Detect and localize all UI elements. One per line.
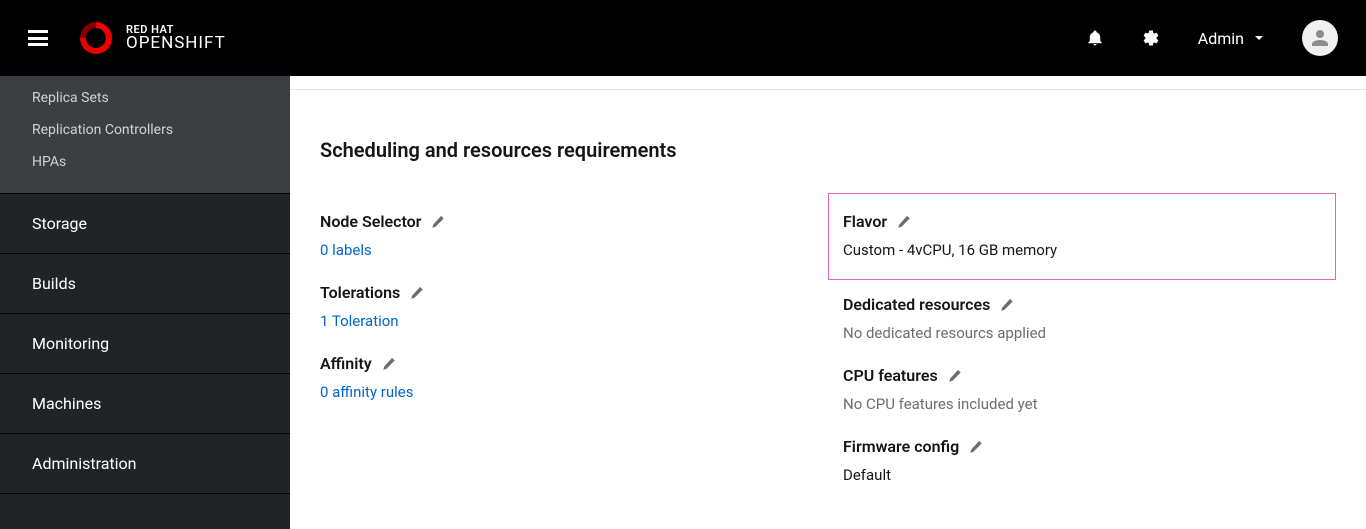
detail-label-row: CPU features: [843, 366, 1336, 385]
header-right: Admin: [1086, 20, 1338, 56]
detail-value: No CPU features included yet: [843, 395, 1336, 413]
sidebar-subgroup: Replica Sets Replication Controllers HPA…: [0, 76, 290, 193]
detail-value-link[interactable]: 1 Toleration: [320, 312, 813, 330]
pencil-icon[interactable]: [897, 215, 911, 229]
detail-tolerations: Tolerations 1 Toleration: [320, 283, 813, 330]
brand-text: RED HAT OPENSHIFT: [126, 24, 226, 52]
bell-icon: [1086, 29, 1104, 47]
sidebar: Replica Sets Replication Controllers HPA…: [0, 76, 290, 529]
avatar-icon: [1308, 26, 1332, 50]
brand-text-bottom: OPENSHIFT: [126, 35, 226, 52]
detail-value-link[interactable]: 0 affinity rules: [320, 383, 813, 401]
detail-label-row: Flavor: [843, 212, 1321, 231]
details-right-column: Flavor Custom - 4vCPU, 16 GB memory Dedi…: [843, 212, 1336, 508]
detail-label: Node Selector: [320, 212, 421, 231]
detail-label-row: Tolerations: [320, 283, 813, 302]
user-label: Admin: [1198, 29, 1244, 48]
user-avatar[interactable]: [1302, 20, 1338, 56]
user-menu-button[interactable]: Admin: [1198, 29, 1264, 48]
detail-node-selector: Node Selector 0 labels: [320, 212, 813, 259]
section-title: Scheduling and resources requirements: [320, 138, 1336, 162]
flavor-highlight-box: Flavor Custom - 4vCPU, 16 GB memory: [828, 193, 1336, 280]
body-container: Replica Sets Replication Controllers HPA…: [0, 76, 1366, 529]
openshift-icon: [76, 18, 116, 58]
detail-label: Flavor: [843, 212, 887, 231]
detail-cpu-features: CPU features No CPU features included ye…: [843, 366, 1336, 413]
pencil-icon[interactable]: [948, 369, 962, 383]
pencil-icon[interactable]: [1000, 298, 1014, 312]
sidebar-item-hpas[interactable]: HPAs: [0, 146, 290, 178]
detail-label-row: Affinity: [320, 354, 813, 373]
detail-label-row: Node Selector: [320, 212, 813, 231]
detail-value: Default: [843, 466, 1336, 484]
pencil-icon[interactable]: [431, 215, 445, 229]
detail-label: Affinity: [320, 354, 372, 373]
sidebar-item-builds[interactable]: Builds: [0, 253, 290, 313]
settings-button[interactable]: [1142, 29, 1160, 47]
sidebar-item-storage[interactable]: Storage: [0, 193, 290, 253]
sidebar-item-monitoring[interactable]: Monitoring: [0, 313, 290, 373]
header-left: RED HAT OPENSHIFT: [28, 18, 226, 58]
pencil-icon[interactable]: [969, 440, 983, 454]
detail-value: Custom - 4vCPU, 16 GB memory: [843, 241, 1321, 259]
sidebar-item-administration[interactable]: Administration: [0, 433, 290, 494]
detail-value: No dedicated resourcs applied: [843, 324, 1336, 342]
detail-value-link[interactable]: 0 labels: [320, 241, 813, 259]
brand-logo[interactable]: RED HAT OPENSHIFT: [76, 18, 226, 58]
caret-down-icon: [1254, 33, 1264, 43]
top-header: RED HAT OPENSHIFT Admin: [0, 0, 1366, 76]
top-divider: [290, 76, 1366, 90]
detail-label-row: Firmware config: [843, 437, 1336, 456]
pencil-icon[interactable]: [382, 357, 396, 371]
detail-firmware-config: Firmware config Default: [843, 437, 1336, 484]
detail-dedicated-resources: Dedicated resources No dedicated resourc…: [843, 295, 1336, 342]
content-area: Scheduling and resources requirements No…: [290, 90, 1366, 529]
detail-affinity: Affinity 0 affinity rules: [320, 354, 813, 401]
detail-label: Tolerations: [320, 283, 400, 302]
gear-icon: [1142, 29, 1160, 47]
detail-label: CPU features: [843, 366, 938, 385]
detail-label: Firmware config: [843, 437, 959, 456]
pencil-icon[interactable]: [410, 286, 424, 300]
sidebar-item-machines[interactable]: Machines: [0, 373, 290, 433]
detail-label: Dedicated resources: [843, 295, 990, 314]
details-grid: Node Selector 0 labels Tolerations 1 Tol…: [320, 212, 1336, 508]
notifications-button[interactable]: [1086, 29, 1104, 47]
detail-flavor: Flavor Custom - 4vCPU, 16 GB memory: [843, 212, 1321, 259]
main-content: Scheduling and resources requirements No…: [290, 76, 1366, 529]
sidebar-item-replica-sets[interactable]: Replica Sets: [0, 82, 290, 114]
detail-label-row: Dedicated resources: [843, 295, 1336, 314]
hamburger-menu-button[interactable]: [28, 30, 48, 46]
sidebar-item-replication-controllers[interactable]: Replication Controllers: [0, 114, 290, 146]
details-left-column: Node Selector 0 labels Tolerations 1 Tol…: [320, 212, 813, 508]
